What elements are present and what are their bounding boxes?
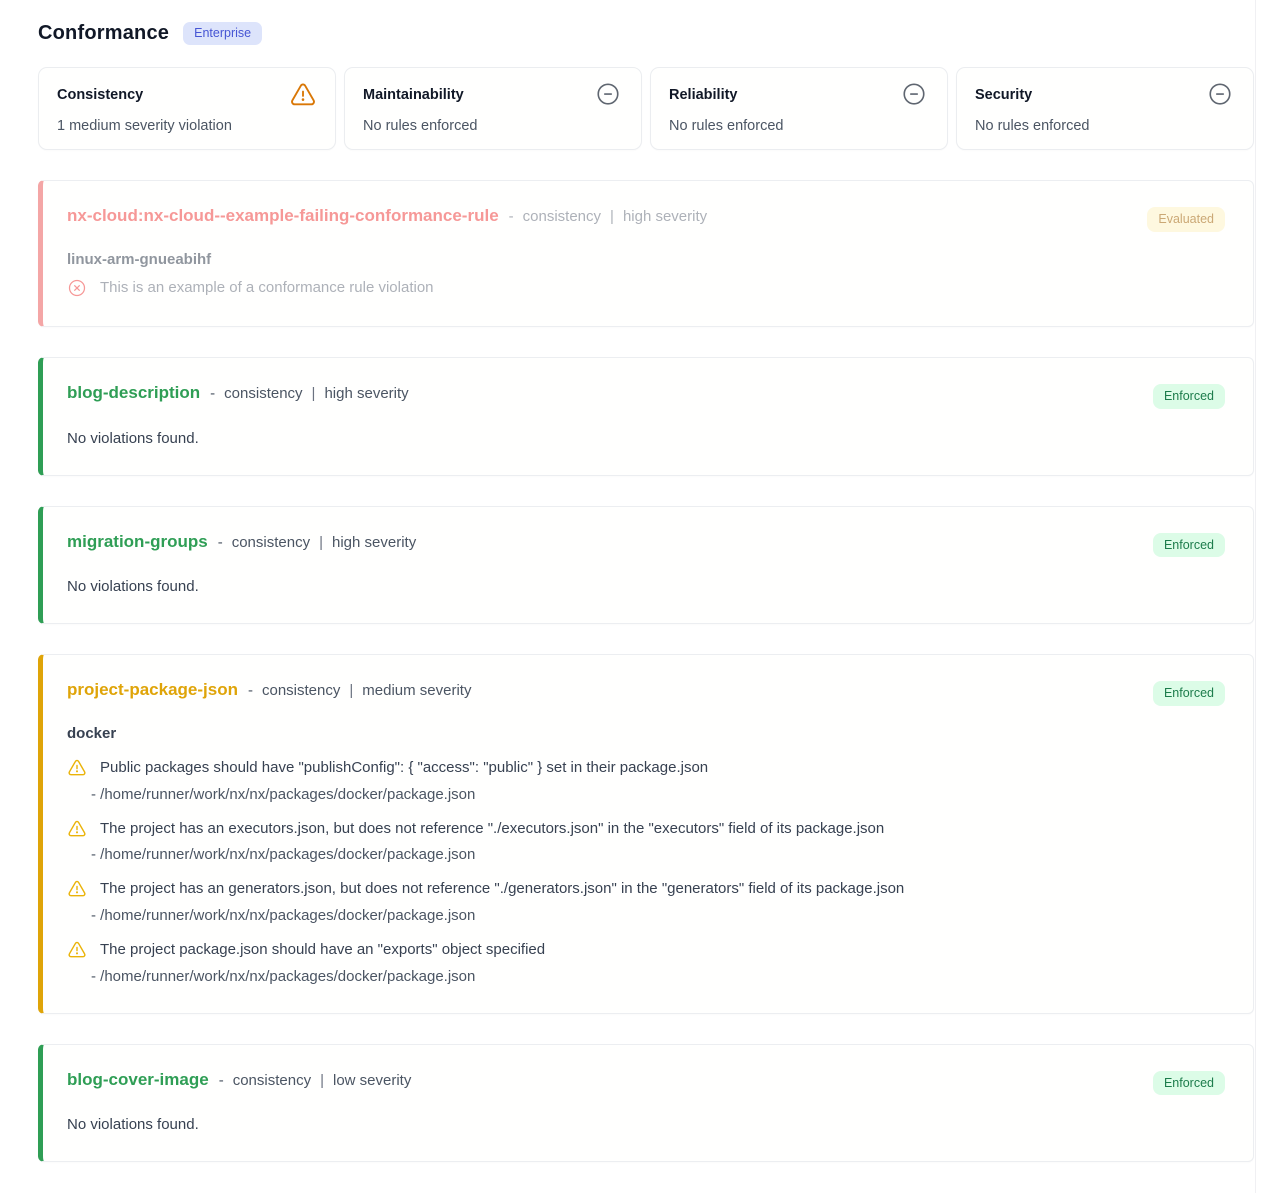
- warning-triangle-icon: [289, 81, 317, 109]
- violation-item: The project package.json should have an …: [67, 939, 1225, 985]
- warning-triangle-icon: [67, 819, 87, 839]
- warning-triangle-icon: [67, 758, 87, 778]
- summary-card-reliability[interactable]: Reliability No rules enforced: [650, 67, 948, 150]
- violation-message: The project has an executors.json, but d…: [100, 818, 884, 840]
- rule-category: consistency: [523, 208, 601, 225]
- rule-result-text: No violations found.: [67, 1116, 1225, 1133]
- meta-pipe: |: [349, 682, 353, 699]
- rule-name-link[interactable]: nx-cloud:nx-cloud--example-failing-confo…: [67, 206, 499, 226]
- page-title: Conformance: [38, 22, 169, 45]
- project-name: docker: [67, 725, 1225, 742]
- violation-item: Public packages should have "publishConf…: [67, 757, 1225, 803]
- summary-card-title: Maintainability: [363, 81, 464, 103]
- rule-category: consistency: [233, 1072, 311, 1089]
- rule-severity: high severity: [324, 385, 408, 402]
- meta-dash: -: [219, 1072, 224, 1089]
- status-badge: Enforced: [1153, 384, 1225, 409]
- project-name: linux-arm-gnueabihf: [67, 251, 1225, 268]
- warning-triangle-icon: [67, 879, 87, 899]
- meta-dash: -: [210, 385, 215, 402]
- meta-pipe: |: [319, 534, 323, 551]
- meta-dash: -: [509, 208, 514, 225]
- summary-card-status: No rules enforced: [669, 118, 929, 134]
- rule-severity: low severity: [333, 1072, 411, 1089]
- summary-card-title: Security: [975, 81, 1032, 103]
- violation-item: The project has an executors.json, but d…: [67, 818, 1225, 864]
- rule-name-link[interactable]: project-package-json: [67, 680, 238, 700]
- rule-card-migration-groups[interactable]: migration-groups - consistency | high se…: [38, 506, 1254, 625]
- meta-pipe: |: [610, 208, 614, 225]
- summary-card-consistency[interactable]: Consistency 1 medium severity violation: [38, 67, 336, 150]
- rule-name-link[interactable]: blog-cover-image: [67, 1070, 209, 1090]
- minus-circle-icon: [595, 81, 623, 109]
- meta-pipe: |: [320, 1072, 324, 1089]
- summary-card-security[interactable]: Security No rules enforced: [956, 67, 1254, 150]
- rule-card-project-package-json[interactable]: project-package-json - consistency | med…: [38, 654, 1254, 1014]
- summary-card-row: Consistency 1 medium severity violation …: [38, 67, 1254, 150]
- conformance-page: Conformance Enterprise Consistency 1 med…: [38, 0, 1256, 1193]
- meta-dash: -: [218, 534, 223, 551]
- rule-category: consistency: [232, 534, 310, 551]
- violation-item: This is an example of a conformance rule…: [67, 277, 1225, 299]
- violation-path: - /home/runner/work/nx/nx/packages/docke…: [91, 907, 1225, 924]
- summary-card-status: 1 medium severity violation: [57, 118, 317, 134]
- meta-pipe: |: [312, 385, 316, 402]
- violation-path: - /home/runner/work/nx/nx/packages/docke…: [91, 968, 1225, 985]
- summary-card-status: No rules enforced: [363, 118, 623, 134]
- rule-severity: high severity: [332, 534, 416, 551]
- summary-card-maintainability[interactable]: Maintainability No rules enforced: [344, 67, 642, 150]
- status-badge: Evaluated: [1147, 207, 1225, 232]
- status-badge: Enforced: [1153, 1071, 1225, 1096]
- minus-circle-icon: [1207, 81, 1235, 109]
- status-badge: Enforced: [1153, 533, 1225, 558]
- rule-name-link[interactable]: migration-groups: [67, 532, 208, 552]
- rule-category: consistency: [262, 682, 340, 699]
- summary-card-title: Consistency: [57, 81, 143, 103]
- rule-category: consistency: [224, 385, 302, 402]
- rule-severity: high severity: [623, 208, 707, 225]
- page-header: Conformance Enterprise: [38, 0, 1254, 45]
- enterprise-badge: Enterprise: [183, 22, 262, 45]
- rule-severity: medium severity: [362, 682, 471, 699]
- rule-card-blog-description[interactable]: blog-description - consistency | high se…: [38, 357, 1254, 476]
- violation-message: The project has an generators.json, but …: [100, 878, 904, 900]
- minus-circle-icon: [901, 81, 929, 109]
- summary-card-status: No rules enforced: [975, 118, 1235, 134]
- violation-message: Public packages should have "publishConf…: [100, 757, 708, 779]
- x-circle-icon: [67, 278, 87, 298]
- violation-message: The project package.json should have an …: [100, 939, 545, 961]
- violation-message: This is an example of a conformance rule…: [100, 277, 434, 299]
- meta-dash: -: [248, 682, 253, 699]
- rule-result-text: No violations found.: [67, 430, 1225, 447]
- violation-path: - /home/runner/work/nx/nx/packages/docke…: [91, 786, 1225, 803]
- rule-card-blog-cover-image[interactable]: blog-cover-image - consistency | low sev…: [38, 1044, 1254, 1163]
- rule-name-link[interactable]: blog-description: [67, 383, 200, 403]
- violation-item: The project has an generators.json, but …: [67, 878, 1225, 924]
- rule-result-text: No violations found.: [67, 578, 1225, 595]
- rule-card-example-failing-conformance-rule[interactable]: nx-cloud:nx-cloud--example-failing-confo…: [38, 180, 1254, 327]
- summary-card-title: Reliability: [669, 81, 738, 103]
- violation-path: - /home/runner/work/nx/nx/packages/docke…: [91, 846, 1225, 863]
- warning-triangle-icon: [67, 940, 87, 960]
- status-badge: Enforced: [1153, 681, 1225, 706]
